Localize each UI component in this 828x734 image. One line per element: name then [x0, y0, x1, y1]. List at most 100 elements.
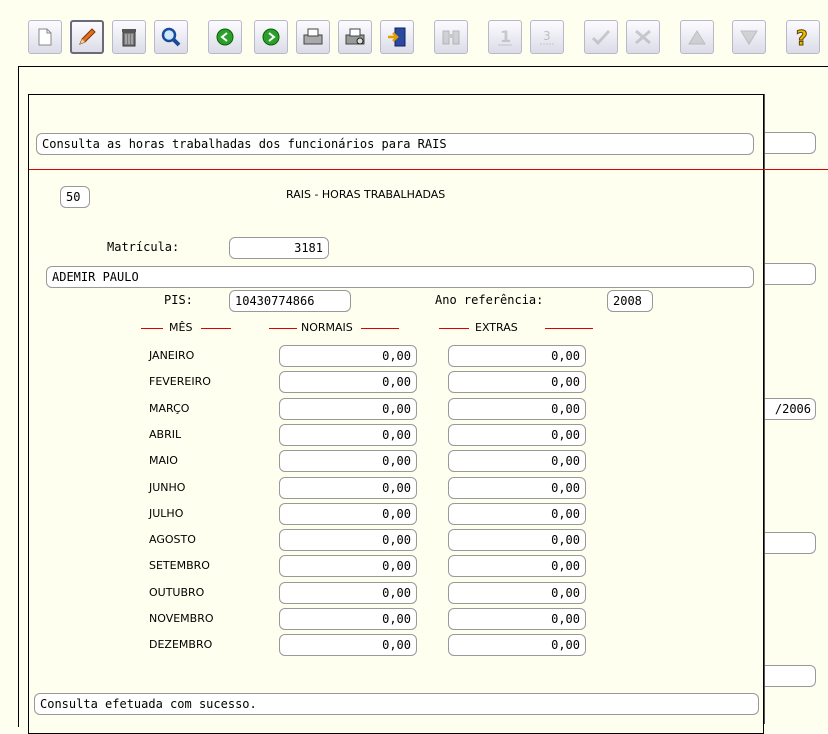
print-button[interactable] — [296, 20, 330, 54]
normais-hours-field[interactable]: 0,00 — [279, 371, 417, 393]
number-three-icon: 3 — [540, 29, 554, 45]
printer-icon — [303, 28, 323, 45]
month-label: DEZEMBRO — [149, 638, 213, 651]
extras-hours-field[interactable]: 0,00 — [448, 398, 586, 420]
extras-hours-field[interactable]: 0,00 — [448, 477, 586, 499]
month-label: JUNHO — [149, 481, 186, 494]
cancel-button[interactable] — [626, 20, 660, 54]
pis-field[interactable]: 10430774866 — [229, 290, 351, 312]
month-label: JULHO — [149, 507, 184, 520]
new-document-button[interactable] — [28, 20, 62, 54]
magnifier-icon — [161, 27, 181, 47]
number-three-button[interactable]: 3 — [530, 20, 564, 54]
extras-hours-field[interactable]: 0,00 — [448, 608, 586, 630]
svg-text:3: 3 — [543, 29, 551, 43]
triangle-up-icon — [688, 30, 706, 45]
binoculars-icon — [442, 30, 460, 45]
month-label: FEVEREIRO — [149, 375, 211, 388]
header-rule — [361, 328, 399, 329]
number-one-button[interactable]: 1 — [488, 20, 522, 54]
move-down-button[interactable] — [732, 20, 766, 54]
printer-preview-icon — [345, 28, 365, 45]
arrow-left-icon — [216, 28, 234, 46]
edit-button[interactable] — [70, 20, 104, 54]
background-field[interactable] — [758, 532, 816, 554]
next-button[interactable] — [254, 20, 288, 54]
svg-text:?: ? — [796, 26, 808, 49]
delete-button[interactable] — [112, 20, 146, 54]
extras-hours-field[interactable]: 0,00 — [448, 634, 586, 656]
month-label: MARÇO — [149, 402, 190, 415]
header-separator — [29, 169, 764, 170]
normais-hours-field[interactable]: 0,00 — [279, 345, 417, 367]
header-rule — [201, 328, 231, 329]
header-rule — [545, 328, 593, 329]
background-field[interactable] — [758, 263, 816, 285]
extras-hours-field[interactable]: 0,00 — [448, 371, 586, 393]
header-rule — [141, 328, 163, 329]
normais-header: NORMAIS — [301, 321, 353, 334]
month-label: AGOSTO — [149, 533, 196, 546]
new-document-icon — [38, 28, 52, 46]
trash-icon — [122, 29, 136, 47]
exit-door-icon — [388, 27, 406, 47]
matricula-input[interactable]: 3181 — [229, 237, 329, 259]
normais-hours-field[interactable]: 0,00 — [279, 529, 417, 551]
binoculars-button[interactable] — [434, 20, 468, 54]
previous-button[interactable] — [208, 20, 242, 54]
normais-hours-field[interactable]: 0,00 — [279, 608, 417, 630]
number-one-icon: 1 — [498, 27, 512, 46]
confirm-button[interactable] — [584, 20, 618, 54]
mes-header: MÊS — [169, 321, 193, 334]
extras-hours-field[interactable]: 0,00 — [448, 424, 586, 446]
extras-hours-field[interactable]: 0,00 — [448, 450, 586, 472]
normais-hours-field[interactable]: 0,00 — [279, 450, 417, 472]
background-date-field[interactable]: /2006 — [758, 398, 816, 420]
month-label: NOVEMBRO — [149, 612, 214, 625]
normais-hours-field[interactable]: 0,00 — [279, 424, 417, 446]
normais-hours-field[interactable]: 0,00 — [279, 477, 417, 499]
extras-hours-field[interactable]: 0,00 — [448, 345, 586, 367]
matricula-label: Matrícula: — [107, 240, 180, 254]
help-question-icon: ? — [796, 26, 809, 50]
search-button[interactable] — [154, 20, 188, 54]
cancel-x-icon — [635, 29, 651, 45]
arrow-right-icon — [262, 28, 280, 46]
employee-name-field[interactable]: ADEMIR PAULO — [46, 266, 754, 288]
extras-hours-field[interactable]: 0,00 — [448, 529, 586, 551]
status-bar: Consulta efetuada com sucesso. — [34, 693, 759, 715]
normais-hours-field[interactable]: 0,00 — [279, 555, 417, 577]
print-preview-button[interactable] — [338, 20, 372, 54]
rais-dialog: Consulta as horas trabalhadas dos funcio… — [28, 94, 764, 734]
header-rule — [439, 328, 469, 329]
screen-code-field[interactable]: 50 — [60, 186, 90, 208]
month-label: MAIO — [149, 454, 178, 467]
extras-header: EXTRAS — [475, 321, 518, 334]
normais-hours-field[interactable]: 0,00 — [279, 582, 417, 604]
header-rule — [269, 328, 297, 329]
exit-button[interactable] — [380, 20, 414, 54]
month-label: OUTUBRO — [149, 586, 205, 599]
toolbar: 1 3 ? — [0, 0, 828, 64]
background-field[interactable] — [758, 132, 816, 154]
extras-hours-field[interactable]: 0,00 — [448, 582, 586, 604]
extras-hours-field[interactable]: 0,00 — [448, 555, 586, 577]
move-up-button[interactable] — [680, 20, 714, 54]
normais-hours-field[interactable]: 0,00 — [279, 398, 417, 420]
month-label: SETEMBRO — [149, 559, 210, 572]
extras-hours-field[interactable]: 0,00 — [448, 503, 586, 525]
normais-hours-field[interactable]: 0,00 — [279, 503, 417, 525]
ano-referencia-label: Ano referência: — [435, 293, 544, 307]
background-separator — [764, 169, 828, 170]
triangle-down-icon — [740, 30, 758, 45]
dialog-title: RAIS - HORAS TRABALHADAS — [286, 188, 446, 201]
background-field[interactable] — [758, 665, 816, 687]
month-label: JANEIRO — [149, 349, 195, 362]
ano-referencia-field[interactable]: 2008 — [607, 290, 653, 312]
svg-text:1: 1 — [500, 27, 511, 46]
description-field[interactable]: Consulta as horas trabalhadas dos funcio… — [36, 133, 754, 155]
normais-hours-field[interactable]: 0,00 — [279, 634, 417, 656]
pis-label: PIS: — [164, 293, 193, 307]
checkmark-icon — [591, 29, 611, 46]
help-button[interactable]: ? — [786, 20, 820, 54]
